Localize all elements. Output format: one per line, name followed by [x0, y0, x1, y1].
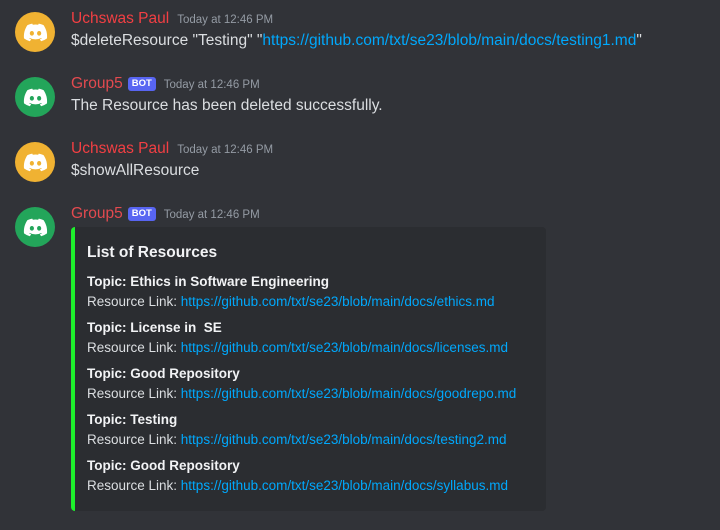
username[interactable]: Group5	[71, 204, 123, 224]
resource-link[interactable]: https://github.com/txt/se23/blob/main/do…	[181, 478, 508, 493]
bot-tag: BOT	[127, 77, 156, 91]
discord-logo-icon	[23, 150, 48, 175]
timestamp: Today at 12:46 PM	[163, 79, 260, 91]
message-header: Uchswas Paul Today at 12:46 PM	[71, 139, 273, 159]
bot-tag: BOT	[127, 207, 156, 221]
message-content: $deleteResource "Testing" "https://githu…	[71, 31, 642, 51]
field-link-label: Resource Link:	[87, 432, 181, 447]
message-header: Group5 BOT Today at 12:46 PM	[71, 74, 260, 94]
resource-link[interactable]: https://github.com/txt/se23/blob/main/do…	[181, 432, 507, 447]
message-header: Uchswas Paul Today at 12:46 PM	[71, 9, 273, 29]
timestamp: Today at 12:46 PM	[177, 14, 274, 26]
avatar[interactable]	[15, 142, 55, 182]
timestamp: Today at 12:46 PM	[163, 209, 260, 221]
resource-link[interactable]: https://github.com/txt/se23/blob/main/do…	[181, 340, 508, 355]
message-content: $showAllResource	[71, 162, 200, 179]
field-link-label: Resource Link:	[87, 478, 181, 493]
username[interactable]: Uchswas Paul	[71, 139, 169, 159]
username[interactable]: Group5	[71, 74, 123, 94]
resource-link[interactable]: https://github.com/txt/se23/blob/main/do…	[181, 294, 495, 309]
resource-link[interactable]: https://github.com/txt/se23/blob/main/do…	[262, 32, 636, 49]
resource-link[interactable]: https://github.com/txt/se23/blob/main/do…	[181, 386, 516, 401]
avatar[interactable]	[15, 12, 55, 52]
embed-field: Topic: License in SE Resource Link: http…	[87, 318, 508, 358]
field-topic: Topic: Testing	[87, 412, 178, 427]
message-1: Uchswas Paul Today at 12:46 PM $deleteRe…	[0, 0, 720, 65]
embed-field: Topic: Ethics in Software Engineering Re…	[87, 272, 494, 312]
field-link-row: Resource Link: https://github.com/txt/se…	[87, 338, 508, 358]
username[interactable]: Uchswas Paul	[71, 9, 169, 29]
discord-logo-icon	[23, 20, 48, 45]
avatar[interactable]	[15, 77, 55, 117]
resource-list-embed: List of Resources Topic: Ethics in Softw…	[71, 227, 546, 511]
field-topic: Topic: Ethics in Software Engineering	[87, 274, 330, 289]
field-link-label: Resource Link:	[87, 340, 181, 355]
chat-log: Uchswas Paul Today at 12:46 PM $deleteRe…	[0, 0, 720, 530]
embed-field: Topic: Good Repository Resource Link: ht…	[87, 364, 516, 404]
field-link-row: Resource Link: https://github.com/txt/se…	[87, 384, 516, 404]
field-topic: Topic: Good Repository	[87, 458, 240, 473]
field-link-row: Resource Link: https://github.com/txt/se…	[87, 476, 508, 496]
timestamp: Today at 12:46 PM	[177, 144, 274, 156]
field-link-row: Resource Link: https://github.com/txt/se…	[87, 430, 506, 450]
command-text-end: "	[636, 32, 642, 49]
field-topic: Topic: License in SE	[87, 320, 222, 335]
field-link-label: Resource Link:	[87, 294, 181, 309]
message-header: Group5 BOT Today at 12:46 PM	[71, 204, 260, 224]
field-link-row: Resource Link: https://github.com/txt/se…	[87, 292, 494, 312]
message-2: Group5 BOT Today at 12:46 PM The Resourc…	[0, 65, 720, 130]
message-content: The Resource has been deleted successful…	[71, 97, 383, 114]
message-3: Uchswas Paul Today at 12:46 PM $showAllR…	[0, 130, 720, 195]
embed-field: Topic: Testing Resource Link: https://gi…	[87, 410, 506, 450]
discord-logo-icon	[23, 215, 48, 240]
field-link-label: Resource Link:	[87, 386, 181, 401]
avatar[interactable]	[15, 207, 55, 247]
embed-title: List of Resources	[87, 244, 218, 261]
command-text: $deleteResource "Testing" "	[71, 32, 263, 49]
discord-logo-icon	[23, 85, 48, 110]
field-topic: Topic: Good Repository	[87, 366, 240, 381]
embed-field: Topic: Good Repository Resource Link: ht…	[87, 456, 508, 496]
